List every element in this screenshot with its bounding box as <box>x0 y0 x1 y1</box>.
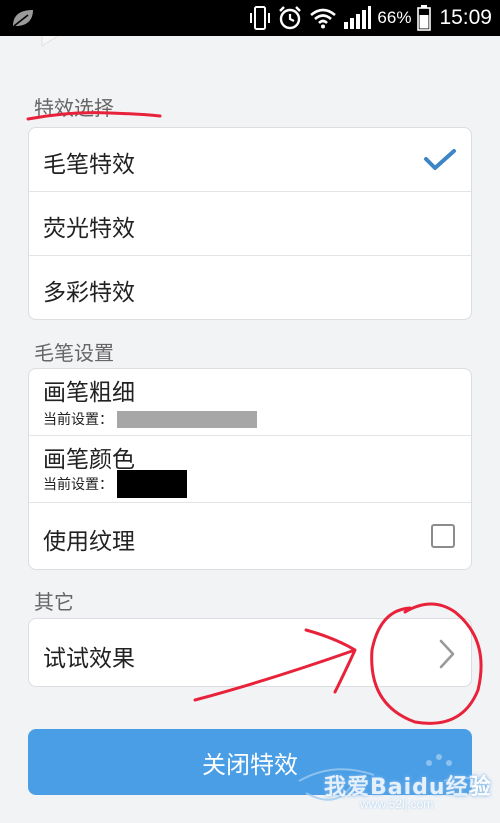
wifi-icon <box>310 8 337 29</box>
battery-icon <box>417 5 432 31</box>
thickness-preview-bar <box>117 410 257 428</box>
current-setting-label: 当前设置： <box>43 477 113 493</box>
section-title-other: 其它 <box>34 590 74 614</box>
brush-settings-card: 画笔粗细 当前设置： 画笔颜色 当前设置： 使用纹理 <box>28 368 472 570</box>
effect-item-brush[interactable]: 毛笔特效 <box>29 128 471 192</box>
status-icons: 66% 15:09 <box>249 0 492 36</box>
effect-item-label: 毛笔特效 <box>43 152 135 178</box>
watermark: 我爱Baidu经验 www.52ij.com <box>294 741 494 819</box>
other-card: 试试效果 <box>28 618 472 687</box>
collapse-arrow-icon <box>41 36 59 47</box>
watermark-url: www.52ij.com <box>360 797 434 811</box>
color-preview-swatch <box>117 470 187 498</box>
use-texture-label: 使用纹理 <box>43 529 135 555</box>
effect-item-label: 荧光特效 <box>43 216 135 242</box>
brush-color-row[interactable]: 画笔颜色 当前设置： <box>29 436 471 503</box>
brush-color-label: 画笔颜色 <box>43 447 135 473</box>
try-effect-label: 试试效果 <box>43 646 135 672</box>
effect-item-fluorescent[interactable]: 荧光特效 <box>29 192 471 256</box>
status-bar: 66% 15:09 <box>0 0 500 36</box>
vibrate-icon <box>250 6 271 30</box>
try-effect-row[interactable]: 试试效果 <box>29 619 471 686</box>
use-texture-checkbox[interactable] <box>431 524 455 548</box>
alarm-icon <box>279 6 302 30</box>
section-title-effect-select: 特效选择 <box>34 96 114 120</box>
effect-item-label: 多彩特效 <box>43 280 135 306</box>
current-setting-label: 当前设置： <box>43 412 113 428</box>
effect-select-card: 毛笔特效 荧光特效 多彩特效 <box>28 127 472 320</box>
signal-icon <box>344 6 372 29</box>
section-title-brush-settings: 毛笔设置 <box>34 341 114 365</box>
checkmark-icon <box>424 149 456 170</box>
use-texture-row[interactable]: 使用纹理 <box>29 503 471 569</box>
leaf-icon <box>13 10 33 27</box>
chevron-right-icon <box>439 639 455 669</box>
clock: 15:09 <box>439 6 492 29</box>
effect-item-colorful[interactable]: 多彩特效 <box>29 256 471 319</box>
brush-color-current: 当前设置： <box>43 470 187 498</box>
brush-thickness-label: 画笔粗细 <box>43 380 135 406</box>
battery-percent: 66% <box>377 8 412 27</box>
brush-thickness-current: 当前设置： <box>43 409 257 429</box>
brush-thickness-row[interactable]: 画笔粗细 当前设置： <box>29 369 471 436</box>
